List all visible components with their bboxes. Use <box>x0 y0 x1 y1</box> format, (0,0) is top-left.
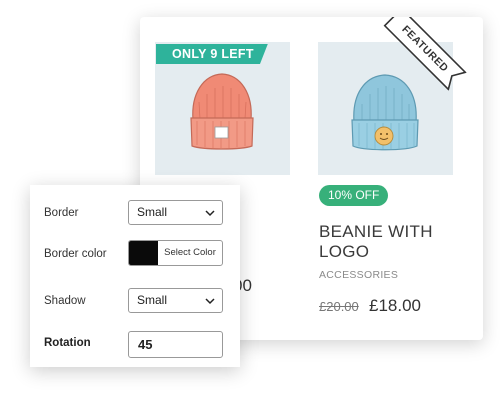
border-label: Border <box>44 207 79 219</box>
product-category[interactable]: ACCESSORIES <box>319 269 398 281</box>
border-color-label: Border color <box>44 248 107 260</box>
border-select[interactable]: Small <box>128 200 223 225</box>
shadow-select[interactable]: Small <box>128 288 223 313</box>
shadow-select-value: Small <box>137 293 168 307</box>
style-settings-panel: Border Small Border color Select Color S… <box>30 185 240 367</box>
price-original: £20.00 <box>319 299 359 314</box>
product-title[interactable]: BEANIE WITH LOGO <box>319 222 469 262</box>
price-sale: £18.00 <box>369 296 421 315</box>
discount-badge: 10% OFF <box>319 185 389 206</box>
chevron-down-icon <box>205 210 215 217</box>
rotation-input[interactable]: 45 <box>128 331 223 358</box>
border-color-picker[interactable]: Select Color <box>128 240 223 266</box>
select-color-button[interactable]: Select Color <box>158 241 222 265</box>
rotation-label: Rotation <box>44 337 91 349</box>
chevron-down-icon <box>205 298 215 305</box>
border-select-value: Small <box>137 205 168 219</box>
shadow-label: Shadow <box>44 295 86 307</box>
stock-badge: ONLY 9 LEFT <box>156 44 268 64</box>
color-swatch[interactable] <box>129 241 158 265</box>
